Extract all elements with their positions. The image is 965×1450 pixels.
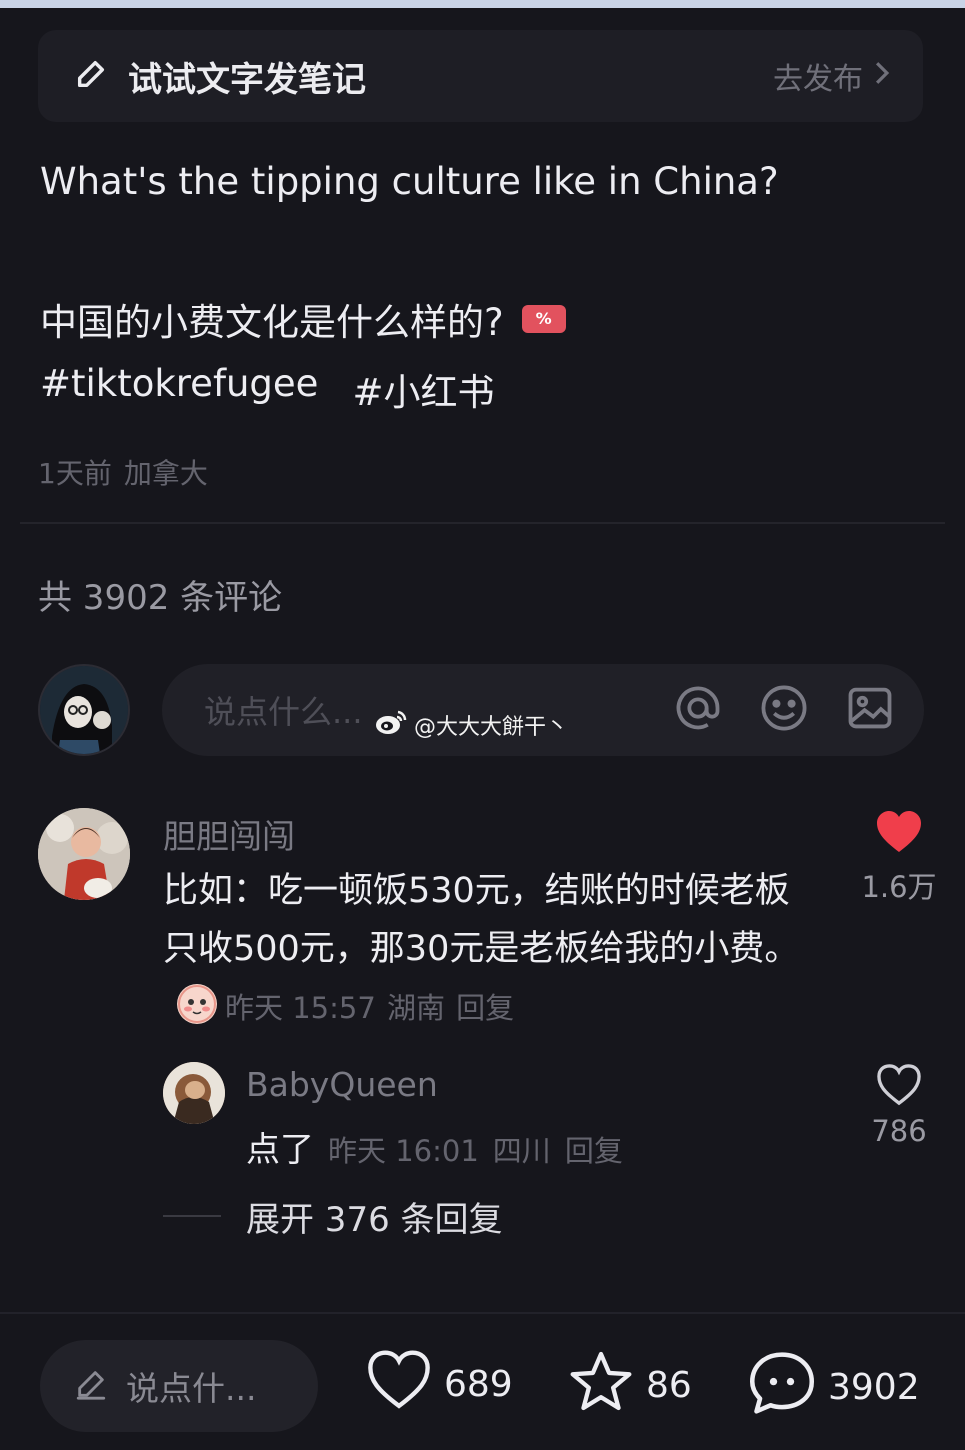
heart-filled-icon xyxy=(875,811,923,858)
like-count: 689 xyxy=(444,1364,513,1405)
like-action-button[interactable]: 689 xyxy=(366,1350,513,1419)
heart-outline-icon xyxy=(876,1064,922,1110)
like-count: 786 xyxy=(871,1114,927,1148)
expand-replies-button[interactable]: 展开 376 条回复 xyxy=(246,1192,503,1241)
comment-body: 比如：吃一顿饭530元，结账的时候老板只收500元，那30元是老板给我的小费。昨… xyxy=(163,862,818,1037)
comment-text: 点了 xyxy=(246,1130,314,1170)
comment-time: 昨天 16:01 xyxy=(328,1134,479,1168)
weibo-icon xyxy=(374,708,408,742)
chat-bubble-icon xyxy=(748,1350,816,1425)
coupon-emoji-icon: % xyxy=(521,305,566,333)
comment-time: 昨天 15:57 xyxy=(225,991,376,1025)
reply-link[interactable]: 回复 xyxy=(456,991,514,1025)
comment-text: 比如：吃一顿饭530元，结账的时候老板只收500元，那30元是老板给我的小费。 xyxy=(163,871,800,969)
expand-divider xyxy=(163,1215,221,1217)
pencil-icon xyxy=(74,57,108,95)
watermark-text: @大大大餅干丶 xyxy=(414,715,569,740)
comment-total: 3902 xyxy=(828,1367,920,1408)
reply-body: 点了 昨天 16:01 四川 回复 xyxy=(246,1122,623,1171)
comment-action-button[interactable]: 3902 xyxy=(748,1350,920,1425)
banner-title: 试试文字发笔记 xyxy=(128,59,366,100)
hashtag-link[interactable]: #tiktokrefugee xyxy=(40,362,318,416)
top-edge xyxy=(0,0,965,8)
divider xyxy=(20,522,945,524)
post-meta: 1天前 加拿大 xyxy=(38,452,208,492)
blushing-face-emoji-icon xyxy=(177,984,217,1024)
publish-label: 去发布 xyxy=(773,62,863,97)
comment-username[interactable]: 胆胆闯闯 xyxy=(163,810,295,858)
emoji-icon[interactable] xyxy=(758,682,810,738)
favorite-action-button[interactable]: 86 xyxy=(568,1350,692,1421)
post-location: 加拿大 xyxy=(123,457,208,490)
weibo-watermark: @大大大餅干丶 xyxy=(374,708,568,742)
favorite-count: 86 xyxy=(646,1365,692,1406)
hashtags: #tiktokrefugee #小红书 xyxy=(40,362,494,416)
post-text-english: What's the tipping culture like in China… xyxy=(40,160,779,203)
image-icon[interactable] xyxy=(844,682,896,738)
pencil-icon xyxy=(74,1367,108,1405)
publish-link[interactable]: 去发布 xyxy=(773,54,891,98)
bottom-comment-input[interactable]: 说点什... xyxy=(40,1340,318,1432)
bottom-input-placeholder: 说点什... xyxy=(126,1369,257,1408)
avatar[interactable] xyxy=(38,808,130,900)
comment-username[interactable]: BabyQueen xyxy=(246,1065,438,1104)
mention-icon[interactable] xyxy=(672,682,724,738)
text-note-banner[interactable]: 试试文字发笔记 去发布 xyxy=(38,30,923,122)
hashtag-link[interactable]: #小红书 xyxy=(352,362,494,416)
like-button[interactable]: 786 xyxy=(855,1064,943,1148)
reply-link[interactable]: 回复 xyxy=(565,1128,623,1170)
star-outline-icon xyxy=(568,1350,634,1421)
heart-outline-icon xyxy=(366,1350,432,1419)
current-user-avatar[interactable] xyxy=(38,664,130,756)
avatar[interactable] xyxy=(163,1062,225,1124)
post-time: 1天前 xyxy=(38,457,112,490)
like-count: 1.6万 xyxy=(861,870,937,904)
post-text-chinese-label: 中国的小费文化是什么样的? xyxy=(40,301,504,344)
comment-input-placeholder: 说点什么... xyxy=(204,693,363,731)
post-text-chinese: 中国的小费文化是什么样的? % xyxy=(40,292,566,346)
comment-count: 共 3902 条评论 xyxy=(38,578,283,618)
comment-location: 湖南 xyxy=(386,991,445,1025)
chevron-right-icon xyxy=(873,59,891,94)
comment-location: 四川 xyxy=(492,1134,551,1168)
like-button[interactable]: 1.6万 xyxy=(855,810,943,906)
